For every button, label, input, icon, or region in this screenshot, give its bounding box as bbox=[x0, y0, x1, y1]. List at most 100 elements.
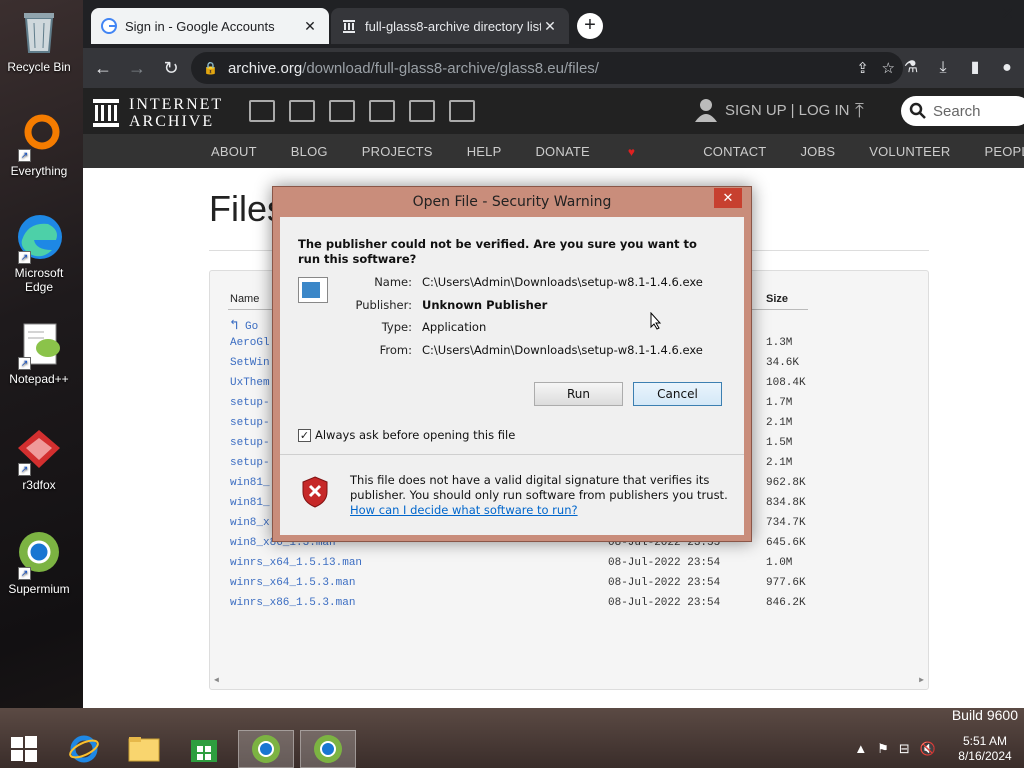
notepad-plus-plus-icon: ↗ bbox=[14, 318, 64, 370]
file-name-link[interactable]: setup- bbox=[230, 417, 270, 429]
site-search[interactable]: Search bbox=[901, 96, 1024, 126]
shield-warning-icon bbox=[302, 476, 328, 508]
show-hidden-icons-chevron-icon[interactable]: ▲ bbox=[854, 741, 867, 757]
address-path: /download/full-glass8-archive/glass8.eu/… bbox=[302, 59, 599, 77]
help-link[interactable]: How can I decide what software to run? bbox=[350, 503, 730, 518]
clock[interactable]: 5:51 AM 8/16/2024 bbox=[952, 734, 1018, 764]
network-icon[interactable]: ⊟ bbox=[899, 741, 910, 757]
desktop-icon-supermium[interactable]: ↗ Supermium bbox=[2, 528, 76, 596]
file-size: 2.1M bbox=[766, 457, 793, 469]
desktop-icon-everything[interactable]: ↗ Everything bbox=[2, 110, 76, 178]
archive-icon bbox=[343, 20, 355, 33]
field-from-key: From: bbox=[379, 343, 412, 357]
video-icon[interactable] bbox=[329, 100, 355, 122]
logo-line-2: ARCHIVE bbox=[129, 113, 215, 130]
file-size: 1.3M bbox=[766, 337, 793, 349]
nav-volunteer[interactable]: VOLUNTEER bbox=[869, 144, 950, 159]
scroll-right-icon[interactable]: ▶ bbox=[919, 675, 924, 685]
cancel-button[interactable]: Cancel bbox=[633, 382, 722, 406]
nav-blog[interactable]: BLOG bbox=[291, 144, 328, 159]
file-size: 977.6K bbox=[766, 577, 806, 589]
taskbar-store[interactable] bbox=[176, 730, 232, 768]
file-name-link[interactable]: winrs_x64_1.5.3.man bbox=[230, 577, 355, 589]
action-center-flag-icon[interactable]: ⚑ bbox=[877, 741, 889, 757]
desktop-icon-notepadpp[interactable]: ↗ Notepad++ bbox=[2, 318, 76, 386]
file-name-link[interactable]: winrs_x64_1.5.13.man bbox=[230, 557, 362, 569]
folder-icon bbox=[128, 737, 160, 762]
file-name-link[interactable]: setup- bbox=[230, 437, 270, 449]
field-publisher-value: Unknown Publisher bbox=[422, 298, 548, 312]
taskbar-internet-explorer[interactable] bbox=[56, 730, 112, 768]
side-panel-icon[interactable]: ▮ bbox=[964, 57, 986, 79]
address-bar[interactable]: 🔒 archive.org/download/full-glass8-archi… bbox=[191, 52, 903, 84]
back-icon[interactable]: ← bbox=[89, 54, 117, 82]
sign-up-login-link[interactable]: SIGN UP | LOG IN bbox=[725, 102, 849, 119]
desktop-icon-recycle-bin[interactable]: Recycle Bin bbox=[2, 6, 76, 74]
software-icon[interactable] bbox=[409, 100, 435, 122]
nav-jobs[interactable]: JOBS bbox=[800, 144, 835, 159]
close-tab-icon[interactable]: ✕ bbox=[541, 18, 559, 35]
scroll-left-icon[interactable]: ◀ bbox=[214, 675, 219, 685]
file-date: 08-Jul-2022 23:54 bbox=[608, 577, 721, 589]
file-name-link[interactable]: winrs_x86_1.5.3.man bbox=[230, 597, 355, 609]
web-icon[interactable] bbox=[249, 100, 275, 122]
nav-contact[interactable]: CONTACT bbox=[703, 144, 766, 159]
nav-people[interactable]: PEOPLE bbox=[984, 144, 1024, 159]
taskbar-supermium-2[interactable] bbox=[300, 730, 356, 768]
file-name-link[interactable]: SetWin bbox=[230, 357, 270, 369]
ia-logo[interactable]: INTERNET ARCHIVE bbox=[93, 96, 223, 130]
audio-icon[interactable] bbox=[369, 100, 395, 122]
desktop-icon-edge[interactable]: ↗ Microsoft Edge bbox=[2, 212, 76, 294]
nav-help[interactable]: HELP bbox=[467, 144, 502, 159]
file-name-link[interactable]: win8_x bbox=[230, 517, 270, 529]
desktop-icon-r3dfox[interactable]: ↗ r3dfox bbox=[2, 424, 76, 492]
tab-google-sign-in[interactable]: Sign in - Google Accounts ✕ bbox=[91, 8, 329, 44]
recycle-bin-icon bbox=[14, 6, 64, 56]
download-icon[interactable]: ⤓ bbox=[932, 57, 954, 79]
search-placeholder: Search bbox=[933, 102, 981, 120]
taskbar-file-explorer[interactable] bbox=[116, 730, 172, 768]
mouse-cursor-icon bbox=[650, 312, 662, 330]
volume-muted-icon[interactable]: 🔇 bbox=[920, 741, 936, 757]
file-name-link[interactable]: AeroGl bbox=[230, 337, 270, 349]
file-name-link[interactable]: win81_ bbox=[230, 497, 270, 509]
tab-title: Sign in - Google Accounts bbox=[125, 18, 275, 34]
texts-icon[interactable] bbox=[289, 100, 315, 122]
always-ask-checkbox[interactable]: ✓ bbox=[298, 428, 311, 442]
taskbar-supermium-1[interactable] bbox=[238, 730, 294, 768]
reload-icon[interactable]: ↻ bbox=[157, 54, 185, 82]
file-row[interactable]: winrs_x64_1.5.13.man 08-Jul-2022 23:54 1.0… bbox=[210, 557, 930, 577]
bookmark-star-icon[interactable]: ☆ bbox=[882, 59, 895, 77]
forward-icon[interactable]: → bbox=[123, 54, 151, 82]
tab-archive-listing[interactable]: full-glass8-archive directory listi ✕ bbox=[331, 8, 569, 44]
start-button[interactable] bbox=[0, 730, 48, 768]
nav-about[interactable]: ABOUT bbox=[211, 144, 257, 159]
file-row[interactable]: winrs_x64_1.5.3.man 08-Jul-2022 23:54 977.… bbox=[210, 577, 930, 597]
file-row[interactable]: winrs_x86_1.5.3.man 08-Jul-2022 23:54 846.… bbox=[210, 597, 930, 617]
upload-icon[interactable]: ⤒ bbox=[855, 100, 864, 123]
always-ask-option[interactable]: ✓ Always ask before opening this file bbox=[298, 428, 515, 442]
new-tab-button[interactable]: + bbox=[577, 13, 603, 39]
column-size[interactable]: Size bbox=[766, 293, 788, 305]
user-icon bbox=[695, 99, 717, 122]
file-name-link[interactable]: UxThem bbox=[230, 377, 270, 389]
go-up-link[interactable]: ↰ Go bbox=[230, 317, 258, 334]
close-window-icon[interactable]: ✕ bbox=[1001, 4, 1014, 24]
extensions-icon[interactable]: ⚗ bbox=[900, 57, 922, 79]
images-icon[interactable] bbox=[449, 100, 475, 122]
profile-icon[interactable]: ● bbox=[996, 57, 1018, 79]
nav-donate[interactable]: DONATE ♥ bbox=[535, 144, 669, 159]
file-name-link[interactable]: setup- bbox=[230, 397, 270, 409]
close-tab-icon[interactable]: ✕ bbox=[301, 18, 319, 35]
user-menu[interactable]: SIGN UP | LOG IN bbox=[695, 98, 849, 122]
share-icon[interactable]: ⇪ bbox=[856, 59, 869, 77]
search-icon bbox=[909, 102, 926, 119]
column-name[interactable]: Name bbox=[230, 293, 259, 305]
run-button[interactable]: Run bbox=[534, 382, 623, 406]
file-name-link[interactable]: win81_ bbox=[230, 477, 270, 489]
field-name-key: Name: bbox=[374, 275, 412, 289]
file-size: 846.2K bbox=[766, 597, 806, 609]
file-name-link[interactable]: setup- bbox=[230, 457, 270, 469]
nav-projects[interactable]: PROJECTS bbox=[362, 144, 433, 159]
dialog-close-button[interactable]: ✕ bbox=[714, 188, 742, 208]
